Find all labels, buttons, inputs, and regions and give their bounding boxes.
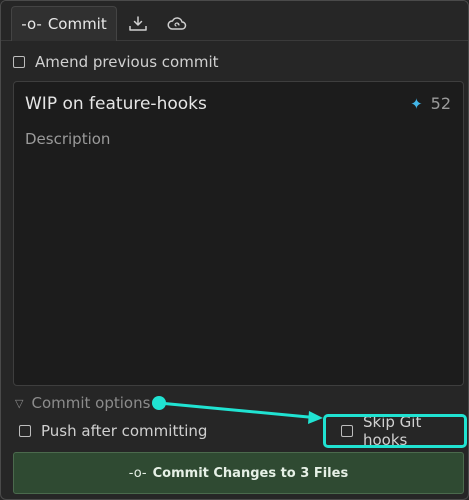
annotation-arrow <box>152 396 323 424</box>
commit-panel: -o- Commit Amend previous commit WIP on … <box>0 0 469 500</box>
commit-button-label: Commit Changes to 3 Files <box>152 465 349 481</box>
commit-icon: -o- <box>128 465 147 481</box>
arrow-head <box>308 411 323 424</box>
commit-button[interactable]: -o- Commit Changes to 3 Files <box>13 452 464 494</box>
